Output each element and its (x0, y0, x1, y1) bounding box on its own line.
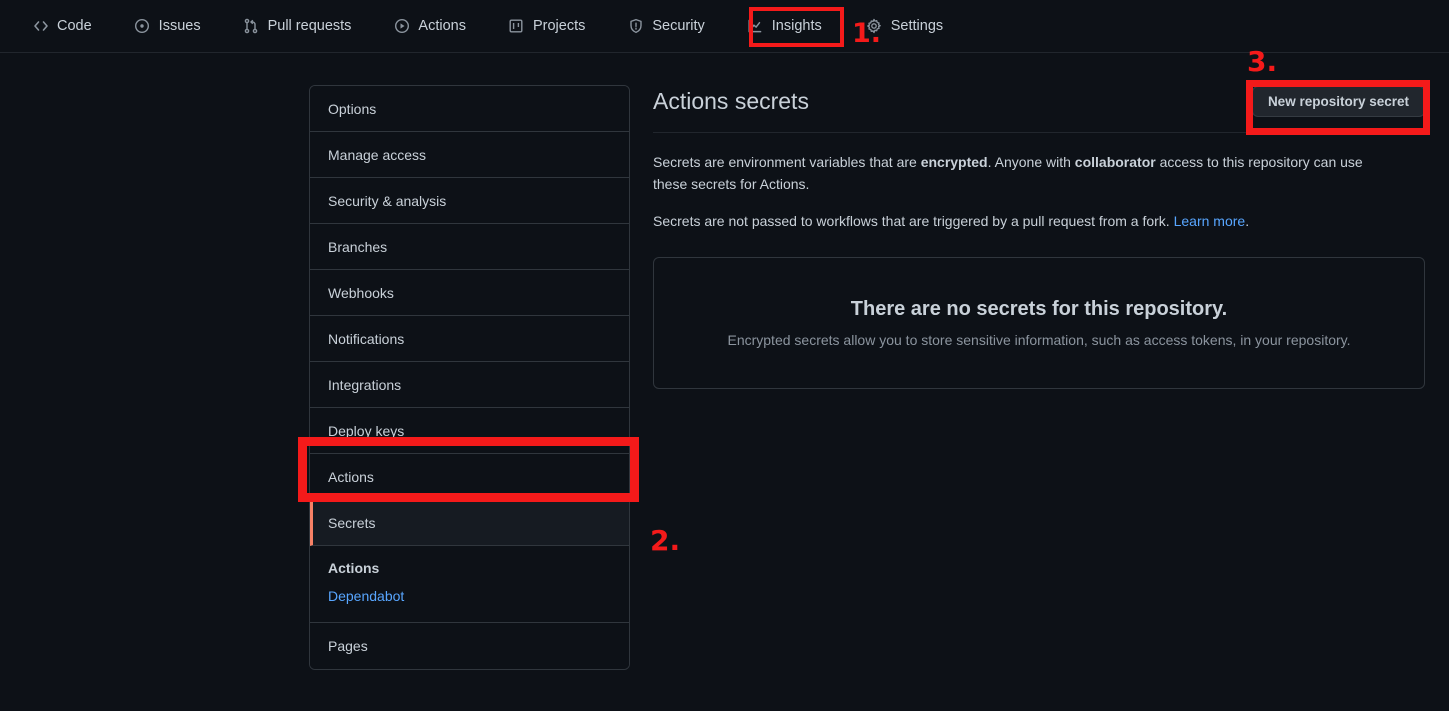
nav-tab-code-label: Code (57, 17, 92, 34)
empty-state-title: There are no secrets for this repository… (850, 298, 1228, 321)
nav-tab-security-label: Security (652, 17, 705, 34)
sidebar-link-dependabot[interactable]: Dependabot (328, 588, 404, 604)
annotation-step-1: 1. (852, 18, 882, 49)
sidebar-item-branches[interactable]: Branches (310, 224, 629, 270)
git-pull-request-icon (243, 18, 260, 35)
sidebar-item-label: Secrets (328, 514, 376, 531)
learn-more-link[interactable]: Learn more (1174, 213, 1246, 229)
nav-tab-issues-label: Issues (158, 17, 201, 34)
content-header: Actions secrets New repository secret (653, 85, 1425, 133)
empty-state-box: There are no secrets for this repository… (653, 257, 1425, 390)
nav-tab-pull-requests-label: Pull requests (267, 17, 352, 34)
sidebar-item-label: Options (328, 100, 377, 117)
sidebar-item-webhooks[interactable]: Webhooks (310, 270, 629, 316)
new-repository-secret-button[interactable]: New repository secret (1251, 86, 1425, 117)
desc1-part1: Secrets are environment variables that a… (653, 154, 921, 170)
settings-sidebar: Options Manage access Security & analysi… (309, 85, 630, 670)
nav-tab-actions[interactable]: Actions (383, 9, 476, 43)
sidebar-item-integrations[interactable]: Integrations (310, 362, 629, 408)
sidebar-item-notifications[interactable]: Notifications (310, 316, 629, 362)
desc2-text: Secrets are not passed to workflows that… (653, 213, 1174, 230)
sidebar-item-security-analysis[interactable]: Security & analysis (310, 178, 629, 224)
secrets-description-1: Secrets are environment variables that a… (653, 152, 1398, 195)
sidebar-item-label: Security & analysis (328, 192, 447, 209)
sidebar-item-label: Notifications (328, 330, 405, 347)
sidebar-item-label: Branches (328, 238, 388, 255)
sidebar-item-label: Deploy keys (328, 422, 405, 439)
annotation-step-3: 3. (1247, 45, 1278, 78)
annotation-step-2: 2. (650, 524, 681, 557)
sidebar-item-label: Actions (328, 468, 374, 485)
nav-tab-insights-label: Insights (771, 17, 822, 34)
shield-icon (627, 18, 644, 35)
desc1-bold-collaborator: collaborator (1074, 154, 1156, 170)
settings-page: Options Manage access Security & analysi… (0, 53, 1449, 711)
desc1-bold-encrypted: encrypted (920, 154, 988, 170)
nav-tab-projects[interactable]: Projects (498, 9, 595, 43)
sidebar-item-deploy-keys[interactable]: Deploy keys (310, 408, 629, 454)
sidebar-item-label: Manage access (328, 146, 427, 163)
sidebar-item-label: Pages (328, 638, 368, 654)
nav-tab-issues[interactable]: Issues (124, 9, 211, 43)
sidebar-item-manage-access[interactable]: Manage access (310, 132, 629, 178)
sidebar-item-secrets[interactable]: Secrets (310, 500, 629, 546)
repository-nav: Code Issues Pull requests Actions Projec… (0, 0, 1449, 53)
sidebar-item-label: Integrations (328, 376, 402, 393)
code-icon (32, 18, 49, 35)
issue-opened-icon (134, 18, 151, 35)
secrets-description-2: Secrets are not passed to workflows that… (653, 211, 1398, 233)
project-board-icon (508, 18, 525, 35)
empty-state-subtitle: Encrypted secrets allow you to store sen… (727, 332, 1351, 349)
nav-tab-insights[interactable]: Insights (737, 9, 832, 43)
nav-tab-actions-label: Actions (418, 17, 466, 34)
sidebar-item-options[interactable]: Options (310, 86, 629, 132)
nav-tab-code[interactable]: Code (22, 9, 102, 43)
sidebar-group-actions: Actions Dependabot (310, 546, 629, 623)
sidebar-item-actions[interactable]: Actions (310, 454, 629, 500)
sidebar-group-title: Actions (328, 560, 380, 576)
desc1-part2: . Anyone with (987, 154, 1075, 170)
nav-tab-security[interactable]: Security (617, 9, 714, 43)
nav-tab-settings-label: Settings (890, 17, 944, 34)
sidebar-item-label: Webhooks (328, 284, 394, 301)
nav-tab-pull-requests[interactable]: Pull requests (233, 9, 362, 43)
nav-tab-projects-label: Projects (532, 17, 586, 34)
desc2-tail: . (1245, 213, 1250, 230)
graph-icon (747, 18, 764, 35)
play-icon (393, 18, 410, 35)
main-content: Actions secrets New repository secret Se… (653, 85, 1425, 390)
page-title: Actions secrets (653, 87, 809, 114)
sidebar-item-pages[interactable]: Pages (310, 623, 629, 669)
